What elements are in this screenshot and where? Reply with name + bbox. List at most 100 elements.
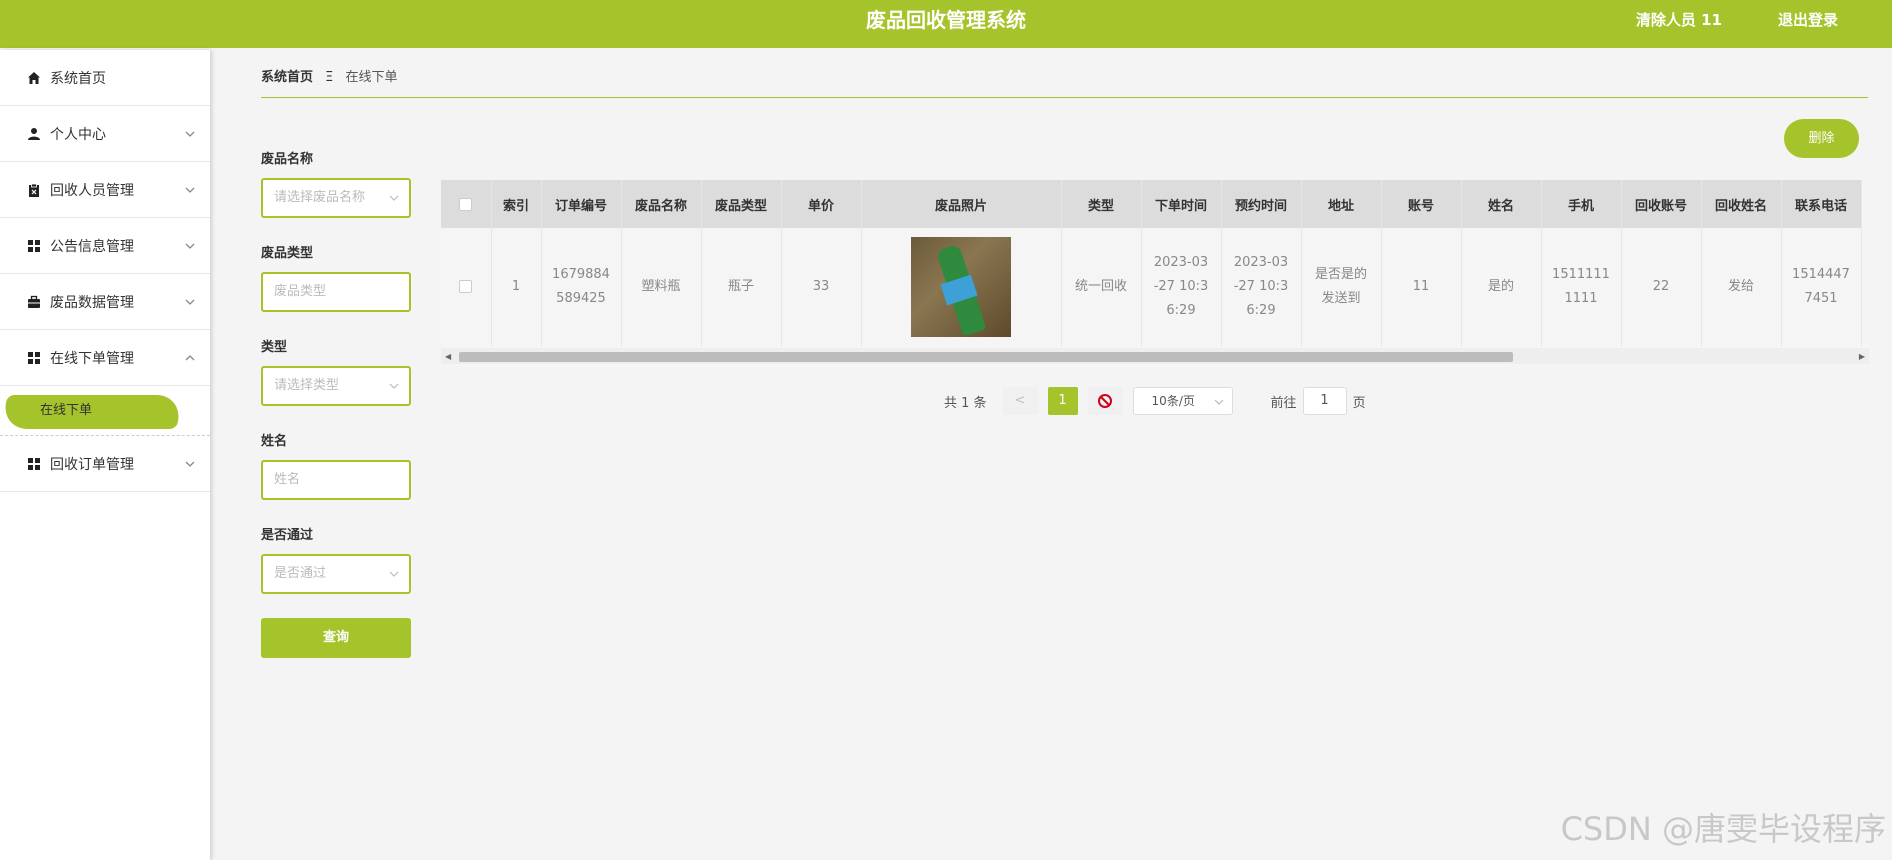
column-header[interactable]: 废品名称 (621, 180, 702, 228)
name-input[interactable]: 姓名 (261, 460, 411, 500)
scrollbar-thumb[interactable] (459, 352, 1513, 362)
scroll-left-icon[interactable]: ◀ (445, 352, 451, 361)
cell-contact-line: 1514447 (1792, 267, 1850, 282)
submenu-label: 在线下单 (40, 403, 93, 418)
cell-order-time-line: 6:29 (1166, 303, 1196, 318)
sidebar-item-label: 个人中心 (50, 126, 106, 143)
cell-phone-line: 1511111 (1552, 267, 1610, 282)
prev-page-button[interactable]: < (1002, 387, 1038, 415)
row-checkbox[interactable] (459, 280, 473, 293)
page-size-select[interactable]: 10条/页 (1132, 387, 1233, 415)
chevron-down-icon (185, 243, 195, 249)
sidebar: 系统首页 个人中心 回收人员管理 公告信息管理 废品数据管理 在线下单管理 在线… (0, 50, 210, 860)
watermark: CSDN @唐雯毕设程序 (1560, 810, 1886, 848)
column-header[interactable]: 回收姓名 (1701, 180, 1782, 228)
orders-table: 索引 订单编号 废品名称 废品类型 单价 废品照片 类型 下单时间 预约时间 地… (441, 180, 1869, 366)
column-header[interactable]: 预约时间 (1221, 180, 1302, 228)
disabled-icon (1098, 394, 1113, 408)
waste-name-label: 废品名称 (261, 152, 314, 167)
total-count: 共 1 条 (944, 395, 987, 411)
search-button[interactable]: 查询 (261, 618, 411, 658)
next-page-button[interactable] (1087, 387, 1123, 415)
waste-name-select[interactable]: 请选择废品名称 (261, 178, 411, 218)
grid-icon (26, 350, 42, 366)
sidebar-item-home[interactable]: 系统首页 (0, 50, 210, 106)
row-select-cell[interactable] (441, 228, 492, 346)
sidebar-item-recyclers[interactable]: 回收人员管理 (0, 162, 210, 218)
column-header[interactable]: 手机 (1541, 180, 1622, 228)
page-size-value: 10条/页 (1151, 394, 1195, 408)
app-title: 废品回收管理系统 (866, 8, 1026, 32)
chevron-down-icon (389, 195, 399, 201)
cell-order-time-line: 2023-03 (1153, 255, 1209, 270)
select-all-checkbox[interactable] (459, 197, 473, 211)
column-header[interactable]: 地址 (1301, 180, 1382, 228)
cell-reserve-time-line: 2023-03 (1233, 255, 1289, 270)
column-header[interactable]: 类型 (1061, 180, 1142, 228)
top-header: 废品回收管理系统 清除人员 11 退出登录 (0, 0, 1892, 48)
cell-order-no-line: 1679884 (552, 267, 610, 282)
submenu-online-order[interactable]: 在线下单 (0, 386, 210, 436)
column-header[interactable]: 索引 (491, 180, 542, 228)
sidebar-item-label: 废品数据管理 (50, 294, 134, 311)
user-icon (26, 126, 42, 142)
column-header[interactable]: 废品类型 (701, 180, 782, 228)
table-row[interactable]: 1 1679884 589425 塑料瓶 瓶子 33 统一回收 2023-03 (441, 228, 1862, 346)
column-header[interactable]: 订单编号 (541, 180, 622, 228)
waste-category-input[interactable]: 废品类型 (261, 272, 411, 312)
select-all-cell[interactable] (441, 180, 492, 228)
select-placeholder: 请选择废品名称 (274, 190, 366, 205)
cell-user-name: 是的 (1461, 228, 1542, 346)
sidebar-item-notices[interactable]: 公告信息管理 (0, 218, 210, 274)
table-header-row: 索引 订单编号 废品名称 废品类型 单价 废品照片 类型 下单时间 预约时间 地… (441, 180, 1862, 228)
chevron-down-icon (389, 383, 399, 389)
waste-category-label: 废品类型 (261, 246, 314, 261)
sidebar-item-label: 回收订单管理 (50, 456, 134, 473)
sidebar-item-personal[interactable]: 个人中心 (0, 106, 210, 162)
column-header[interactable]: 废品照片 (861, 180, 1062, 228)
cell-reserve-time-line: 6:29 (1246, 303, 1276, 318)
cell-account: 11 (1381, 228, 1462, 346)
column-header[interactable]: 账号 (1381, 180, 1462, 228)
chevron-down-icon (185, 461, 195, 467)
input-placeholder: 姓名 (274, 472, 301, 487)
input-placeholder: 废品类型 (274, 284, 327, 299)
type-select[interactable]: 请选择类型 (261, 366, 411, 406)
goto-page-input[interactable]: 1 (1302, 387, 1347, 415)
cell-price: 33 (781, 228, 862, 346)
logout-button[interactable]: 退出登录 (1778, 0, 1838, 40)
cell-order-time: 2023-03 -27 10:3 6:29 (1141, 228, 1222, 346)
column-header[interactable]: 单价 (781, 180, 862, 228)
delete-button[interactable]: 删除 (1784, 119, 1859, 158)
name-label: 姓名 (261, 434, 288, 449)
column-header[interactable]: 联系电话 (1781, 180, 1862, 228)
current-user[interactable]: 清除人员 11 (1636, 0, 1722, 40)
cell-address: 是否是的 发送到 (1301, 228, 1382, 346)
type-label: 类型 (261, 340, 288, 355)
cell-order-no-line: 589425 (556, 291, 606, 306)
sidebar-item-label: 回收人员管理 (50, 182, 134, 199)
cell-reserve-time: 2023-03 -27 10:3 6:29 (1221, 228, 1302, 346)
cell-type: 统一回收 (1061, 228, 1142, 346)
horizontal-scrollbar[interactable]: ◀ ▶ (441, 348, 1869, 364)
sidebar-item-waste-data[interactable]: 废品数据管理 (0, 274, 210, 330)
column-header[interactable]: 回收账号 (1621, 180, 1702, 228)
chevron-up-icon (185, 354, 195, 360)
sidebar-item-online-orders[interactable]: 在线下单管理 (0, 330, 210, 386)
goto-label: 前往 (1270, 395, 1297, 411)
select-placeholder: 是否通过 (274, 566, 327, 581)
briefcase-icon (26, 294, 42, 310)
waste-photo[interactable] (911, 237, 1011, 337)
sidebar-item-label: 系统首页 (50, 70, 106, 87)
column-header[interactable]: 姓名 (1461, 180, 1542, 228)
column-header[interactable]: 下单时间 (1141, 180, 1222, 228)
breadcrumb-home[interactable]: 系统首页 (261, 70, 313, 85)
page-number-button[interactable]: 1 (1047, 387, 1078, 415)
search-form: 废品名称 请选择废品名称 废品类型 废品类型 类型 请选择类型 姓名 姓名 是否… (261, 148, 411, 658)
breadcrumb-current: 在线下单 (345, 70, 398, 85)
scroll-right-icon[interactable]: ▶ (1859, 352, 1865, 361)
sidebar-item-recycle-orders[interactable]: 回收订单管理 (0, 436, 210, 492)
approved-select[interactable]: 是否通过 (261, 554, 411, 594)
page-unit-label: 页 (1352, 395, 1366, 411)
cell-photo (861, 228, 1062, 346)
